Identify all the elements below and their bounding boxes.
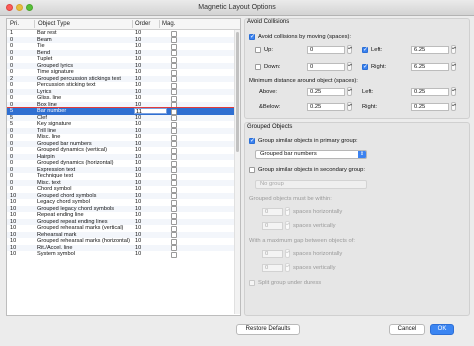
cell-object-type: System symbol: [37, 251, 75, 257]
within-horizontal-stepper[interactable]: ▴▾: [285, 207, 290, 216]
table-rows: 1 Bar rest 10 0 Beam 10 0 Tie 10 0 Bend 10 0 Tuplet 10…: [7, 30, 240, 258]
above-stepper[interactable]: ▴▾: [347, 87, 352, 96]
split-group-checkbox[interactable]: [249, 280, 255, 286]
avoid-collisions-checkbox[interactable]: ✓: [249, 34, 255, 40]
dialog-button-bar: Restore Defaults Cancel OK: [0, 318, 474, 346]
grouped-objects-title: Grouped Objects: [247, 124, 293, 130]
above-label: Above:: [259, 89, 278, 95]
within-vertical-label: spaces vertically: [293, 223, 336, 229]
down-checkbox[interactable]: [255, 64, 261, 70]
left-label: Left:: [371, 47, 383, 53]
left2-label: Left:: [362, 89, 374, 95]
secondary-group-checkbox[interactable]: [249, 167, 255, 173]
max-gap-label: With a maximum gap between objects of:: [249, 238, 356, 244]
below-stepper[interactable]: ▴▾: [347, 102, 352, 111]
cell-magnetic: [171, 251, 183, 258]
gap-vertical-input[interactable]: 0: [262, 264, 283, 272]
below-input[interactable]: 0.25: [307, 103, 345, 111]
chevron-updown-icon: ⇕: [358, 151, 366, 158]
avoid-collisions-label: Avoid collisions by moving (spaces):: [258, 34, 352, 40]
split-group-label: Split group under duress: [258, 280, 322, 286]
left-input[interactable]: 6.25: [411, 46, 449, 54]
header-order[interactable]: Order: [135, 19, 150, 29]
left-distance-stepper[interactable]: ▴▾: [451, 87, 456, 96]
primary-group-checkbox[interactable]: ✓: [249, 138, 255, 144]
ok-button[interactable]: OK: [430, 324, 454, 335]
table-header: Pri. Object Type Order Mag.: [7, 19, 240, 30]
cell-order: 10: [135, 251, 142, 257]
maximize-window-button[interactable]: [26, 4, 33, 11]
header-divider: [34, 20, 35, 28]
scrollbar-thumb[interactable]: [236, 32, 239, 152]
vertical-scrollbar[interactable]: [234, 30, 240, 314]
right-checkbox[interactable]: ✓: [362, 64, 368, 70]
close-window-button[interactable]: [6, 4, 13, 11]
primary-group-select[interactable]: Grouped bar numbers ⇕: [255, 150, 367, 159]
primary-group-label: Group similar objects in primary group:: [258, 138, 358, 144]
order-edit-field[interactable]: 11: [134, 108, 167, 115]
cell-priority: 10: [10, 251, 17, 257]
gap-vertical-label: spaces vertically: [293, 265, 336, 271]
above-input[interactable]: 0.25: [307, 88, 345, 96]
down-label: Down:: [264, 64, 281, 70]
right2-label: Right:: [362, 104, 378, 110]
within-vertical-input[interactable]: 0: [262, 222, 283, 230]
within-vertical-stepper[interactable]: ▴▾: [285, 221, 290, 230]
within-horizontal-label: spaces horizontally: [293, 209, 343, 215]
min-distance-label: Minimum distance around object (spaces):: [249, 78, 358, 84]
secondary-group-select[interactable]: No group: [255, 180, 367, 189]
below-label: &Below:: [259, 104, 281, 110]
down-stepper[interactable]: ▴▾: [347, 62, 352, 71]
gap-horizontal-input[interactable]: 0: [262, 250, 283, 258]
left-checkbox[interactable]: ✓: [362, 47, 368, 53]
header-object-type[interactable]: Object Type: [38, 19, 70, 29]
header-divider: [159, 20, 160, 28]
gap-horizontal-stepper[interactable]: ▴▾: [285, 249, 290, 258]
gap-horizontal-label: spaces horizontally: [293, 251, 343, 257]
window-title: Magnetic Layout Options: [198, 4, 276, 11]
up-stepper[interactable]: ▴▾: [347, 45, 352, 54]
object-type-table[interactable]: Pri. Object Type Order Mag. 1 Bar rest 10 0…: [6, 18, 241, 316]
up-checkbox[interactable]: [255, 47, 261, 53]
avoid-collisions-title: Avoid Collisions: [247, 19, 290, 25]
magnetic-checkbox[interactable]: [171, 251, 177, 258]
primary-group-value: Grouped bar numbers: [260, 151, 317, 157]
window-titlebar: Magnetic Layout Options: [0, 0, 474, 16]
right-distance-input[interactable]: 0.25: [411, 103, 449, 111]
right-stepper[interactable]: ▴▾: [451, 62, 456, 71]
left-stepper[interactable]: ▴▾: [451, 45, 456, 54]
left-distance-input[interactable]: 0.25: [411, 88, 449, 96]
secondary-group-value: No group: [260, 181, 284, 187]
restore-defaults-button[interactable]: Restore Defaults: [236, 324, 300, 335]
up-input[interactable]: 0: [307, 46, 345, 54]
down-input[interactable]: 0: [307, 63, 345, 71]
header-pri[interactable]: Pri.: [10, 19, 19, 29]
right-input[interactable]: 6.25: [411, 63, 449, 71]
gap-vertical-stepper[interactable]: ▴▾: [285, 263, 290, 272]
minimize-window-button[interactable]: [16, 4, 23, 11]
within-label: Grouped objects must be within:: [249, 196, 332, 202]
right-label: Right:: [371, 64, 387, 70]
header-divider: [132, 20, 133, 28]
right-distance-stepper[interactable]: ▴▾: [451, 102, 456, 111]
up-label: Up:: [264, 47, 274, 53]
secondary-group-label: Group similar objects in secondary group…: [258, 167, 365, 173]
within-horizontal-input[interactable]: 0: [262, 208, 283, 216]
header-mag[interactable]: Mag.: [162, 19, 175, 29]
cancel-button[interactable]: Cancel: [389, 324, 425, 335]
table-row[interactable]: 10 System symbol 10: [7, 251, 240, 258]
